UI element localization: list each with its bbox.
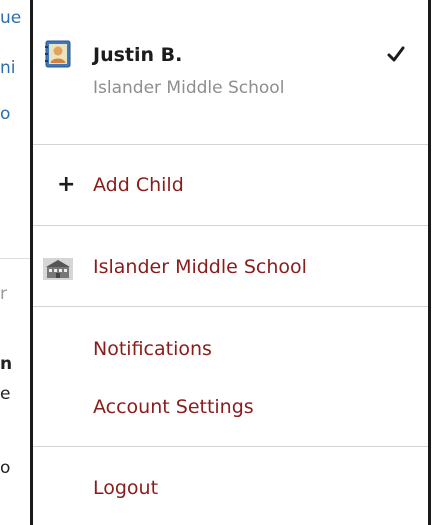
logout-item[interactable]: Logout <box>33 469 428 509</box>
menu-divider <box>33 446 428 447</box>
background-text-fragment: o <box>0 458 11 478</box>
background-text-fragment: ni <box>0 58 16 78</box>
notifications-item[interactable]: Notifications <box>33 330 428 370</box>
logout-label: Logout <box>93 477 159 499</box>
menu-divider <box>33 306 428 307</box>
child-switcher-item[interactable]: Justin B. Islander Middle School <box>33 38 428 104</box>
contact-card-icon <box>45 40 71 68</box>
checkmark-icon <box>387 46 405 62</box>
menu-divider <box>33 225 428 226</box>
add-child-label: Add Child <box>93 174 184 196</box>
background-text-fragment: n <box>0 354 13 374</box>
account-settings-label: Account Settings <box>93 396 254 418</box>
school-building-icon <box>43 258 73 280</box>
page: ue ni o r n e o Justin B. Islander Middl… <box>0 0 433 525</box>
menu-divider <box>33 144 428 145</box>
notifications-label: Notifications <box>93 338 212 360</box>
background-text-fragment: e <box>0 384 11 404</box>
background-divider <box>0 258 33 259</box>
background-text-fragment: ue <box>0 8 22 28</box>
account-dropdown-menu: Justin B. Islander Middle School + Add C… <box>30 0 431 525</box>
child-school-name: Islander Middle School <box>93 78 285 98</box>
account-settings-item[interactable]: Account Settings <box>33 388 428 428</box>
add-child-item[interactable]: + Add Child <box>33 166 428 206</box>
school-link-label: Islander Middle School <box>93 256 307 278</box>
child-name: Justin B. <box>93 44 183 66</box>
school-link-item[interactable]: Islander Middle School <box>33 248 428 288</box>
background-text-fragment: r <box>0 284 7 304</box>
plus-icon: + <box>57 172 76 197</box>
background-text-fragment: o <box>0 104 11 124</box>
